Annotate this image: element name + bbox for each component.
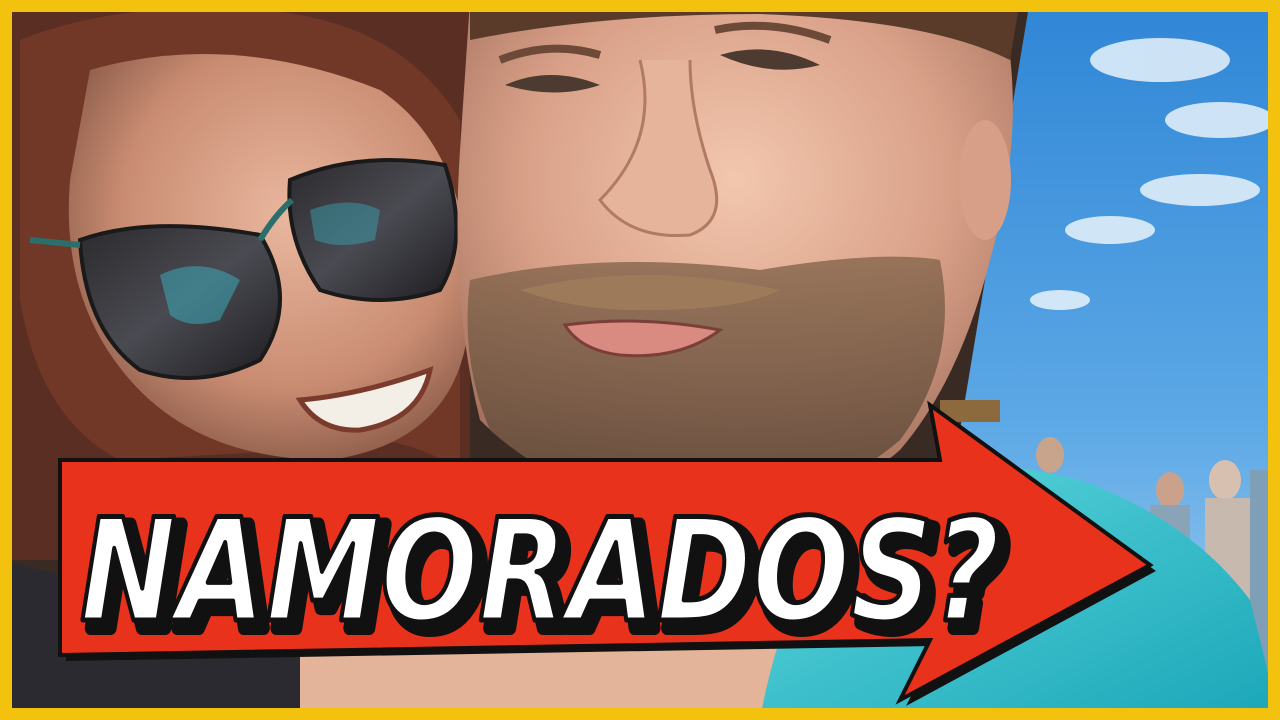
photo-scene: NAMORADOS? NAMORADOS? [0, 0, 1280, 720]
caption-text: NAMORADOS? [80, 489, 1000, 654]
man-ear [959, 120, 1011, 240]
caption-group: NAMORADOS? NAMORADOS? [78, 487, 1016, 670]
video-thumbnail: NAMORADOS? NAMORADOS? [0, 0, 1280, 720]
